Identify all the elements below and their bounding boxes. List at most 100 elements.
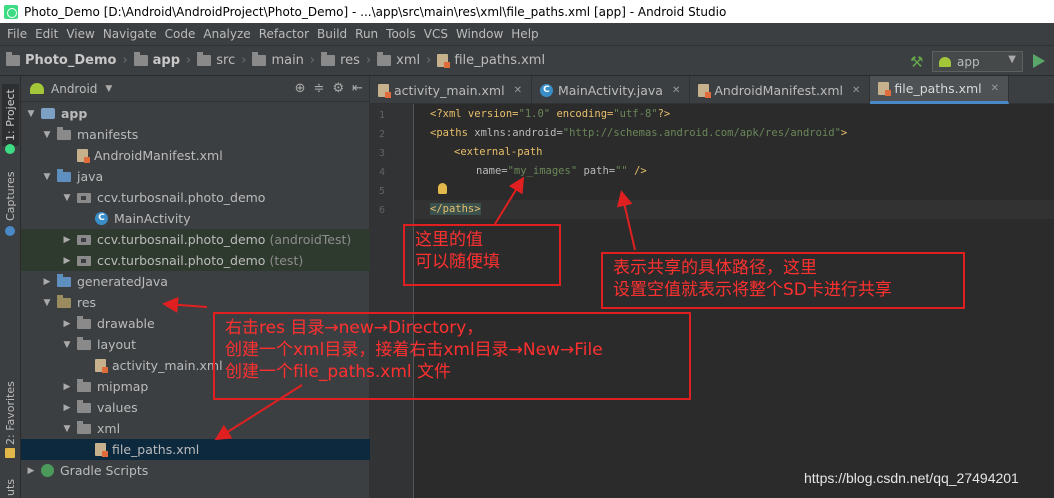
folder-icon [197, 52, 212, 66]
expanded-arrow-icon[interactable]: ▼ [25, 109, 37, 119]
folder-icon [57, 294, 71, 308]
xml-file-icon [698, 83, 712, 98]
tree-item-java[interactable]: ▼ java [21, 166, 370, 187]
favorites-tool-tab[interactable]: 2: Favorites [2, 380, 19, 446]
run-config-label: app [957, 54, 980, 69]
collapsed-arrow-icon[interactable]: ▶ [41, 277, 53, 287]
menu-help[interactable]: Help [507, 27, 542, 41]
expanded-arrow-icon[interactable]: ▼ [41, 172, 53, 182]
android-icon [939, 56, 951, 67]
tree-item-mainactivity[interactable]: C MainActivity [21, 208, 370, 229]
menu-navigate[interactable]: Navigate [99, 27, 161, 41]
tree-item-package[interactable]: ▼ ccv.turbosnail.photo_demo [21, 187, 370, 208]
breadcrumb-main[interactable]: main [271, 53, 303, 68]
menu-refactor[interactable]: Refactor [255, 27, 313, 41]
title-bar: Photo_Demo [D:\Android\AndroidProject\Ph… [0, 0, 1054, 23]
tree-item-app[interactable]: ▼ app [21, 103, 370, 124]
hide-icon[interactable]: ⇤ [352, 81, 363, 96]
editor-gutter: 1 2 3 4 5 6 [370, 104, 427, 498]
breadcrumb-xml[interactable]: xml [396, 53, 420, 68]
tree-item-label: activity_main.xml [112, 358, 223, 373]
tree-item-androidmanifest[interactable]: AndroidManifest.xml [21, 145, 370, 166]
folder-icon [252, 52, 267, 66]
project-panel: Android ▼ ⊕ ≑ ⚙ ⇤ ▼ app ▼ manifests Andr… [21, 76, 370, 498]
line-number: 5 [378, 186, 385, 197]
menu-bar: File Edit View Navigate Code Analyze Ref… [0, 23, 1054, 45]
tree-item-package-androidtest[interactable]: ▶ ccv.turbosnail.photo_demo (androidTest… [21, 229, 370, 250]
lightbulb-icon[interactable] [438, 183, 447, 194]
expanded-arrow-icon[interactable]: ▼ [41, 130, 53, 140]
captures-tool-tab[interactable]: Captures [2, 168, 19, 224]
chevron-down-icon[interactable]: ▼ [105, 84, 112, 94]
collapse-all-icon[interactable]: ≑ [314, 81, 325, 96]
chevron-right-icon: › [122, 53, 128, 68]
expanded-arrow-icon[interactable]: ▼ [61, 424, 73, 434]
tree-item-file-paths[interactable]: file_paths.xml [21, 439, 370, 460]
breadcrumb-res[interactable]: res [340, 53, 360, 68]
close-icon[interactable]: ✕ [672, 85, 680, 96]
menu-code[interactable]: Code [161, 27, 200, 41]
gear-icon[interactable]: ⚙ [332, 81, 344, 96]
close-icon[interactable]: ✕ [514, 85, 522, 96]
tree-item-xml[interactable]: ▼ xml [21, 418, 370, 439]
menu-file[interactable]: File [3, 27, 31, 41]
package-icon [77, 255, 91, 266]
tab-android-manifest[interactable]: AndroidManifest.xml ✕ [690, 76, 871, 104]
expanded-arrow-icon[interactable]: ▼ [61, 193, 73, 203]
run-configuration-select[interactable]: app ▼ [932, 51, 1023, 72]
breadcrumb-file[interactable]: file_paths.xml [454, 53, 545, 68]
tree-item-gradle-scripts[interactable]: ▶ Gradle Scripts [21, 460, 370, 481]
menu-window[interactable]: Window [452, 27, 507, 41]
breadcrumb-app[interactable]: app [153, 53, 180, 68]
run-icon[interactable] [1033, 54, 1045, 68]
menu-view[interactable]: View [62, 27, 98, 41]
tree-item-package-test[interactable]: ▶ ccv.turbosnail.photo_demo (test) [21, 250, 370, 271]
hammer-icon[interactable]: ⚒ [910, 53, 923, 71]
collapsed-arrow-icon[interactable]: ▶ [61, 403, 73, 413]
folder-icon [321, 52, 336, 66]
menu-edit[interactable]: Edit [31, 27, 62, 41]
xml-file-icon [95, 359, 108, 373]
line-number: 1 [378, 110, 385, 121]
code-line-6: </paths> [430, 203, 481, 215]
collapsed-arrow-icon[interactable]: ▶ [61, 235, 73, 245]
collapsed-arrow-icon[interactable]: ▶ [25, 466, 37, 476]
tab-main-activity[interactable]: C MainActivity.java ✕ [532, 76, 691, 104]
menu-build[interactable]: Build [313, 27, 351, 41]
tree-item-label: generatedJava [77, 274, 168, 289]
tree-item-label: MainActivity [114, 211, 191, 226]
breadcrumb-src[interactable]: src [216, 53, 235, 68]
tab-activity-main[interactable]: activity_main.xml ✕ [370, 76, 532, 104]
expanded-arrow-icon[interactable]: ▼ [41, 298, 53, 308]
expanded-arrow-icon[interactable]: ▼ [61, 340, 73, 350]
annotation-steps-note: 右击res 目录→new→Directory， 创建一个xml目录，接着右击xm… [213, 312, 691, 400]
tab-file-paths[interactable]: file_paths.xml ✕ [870, 76, 1010, 104]
folder-icon [377, 52, 392, 66]
tree-item-label: manifests [77, 127, 139, 142]
project-tool-tab[interactable]: 1: Project [2, 84, 19, 146]
close-icon[interactable]: ✕ [991, 83, 999, 94]
tree-item-label: java [77, 169, 104, 184]
view-mode-select[interactable]: Android [51, 82, 97, 96]
menu-tools[interactable]: Tools [382, 27, 420, 41]
tree-item-label: ccv.turbosnail.photo_demo [97, 253, 266, 268]
collapsed-arrow-icon[interactable]: ▶ [61, 256, 73, 266]
tool-window-stripe: 1: Project Captures 2: Favorites uts [0, 76, 21, 498]
menu-analyze[interactable]: Analyze [199, 27, 254, 41]
structure-tool-tab[interactable]: uts [2, 476, 19, 498]
line-number: 2 [378, 129, 385, 140]
close-icon[interactable]: ✕ [852, 85, 860, 96]
menu-vcs[interactable]: VCS [420, 27, 452, 41]
breadcrumb-project[interactable]: Photo_Demo [25, 53, 116, 68]
tree-item-generatedjava[interactable]: ▶ generatedJava [21, 271, 370, 292]
menu-run[interactable]: Run [351, 27, 382, 41]
collapsed-arrow-icon[interactable]: ▶ [61, 382, 73, 392]
folder-icon [57, 126, 71, 140]
collapsed-arrow-icon[interactable]: ▶ [61, 319, 73, 329]
tree-item-suffix: (androidTest) [269, 232, 352, 247]
tree-item-values[interactable]: ▶ values [21, 397, 370, 418]
tree-item-manifests[interactable]: ▼ manifests [21, 124, 370, 145]
tree-item-res[interactable]: ▼ res [21, 292, 370, 313]
line-number: 4 [378, 167, 385, 178]
locate-icon[interactable]: ⊕ [295, 81, 306, 96]
